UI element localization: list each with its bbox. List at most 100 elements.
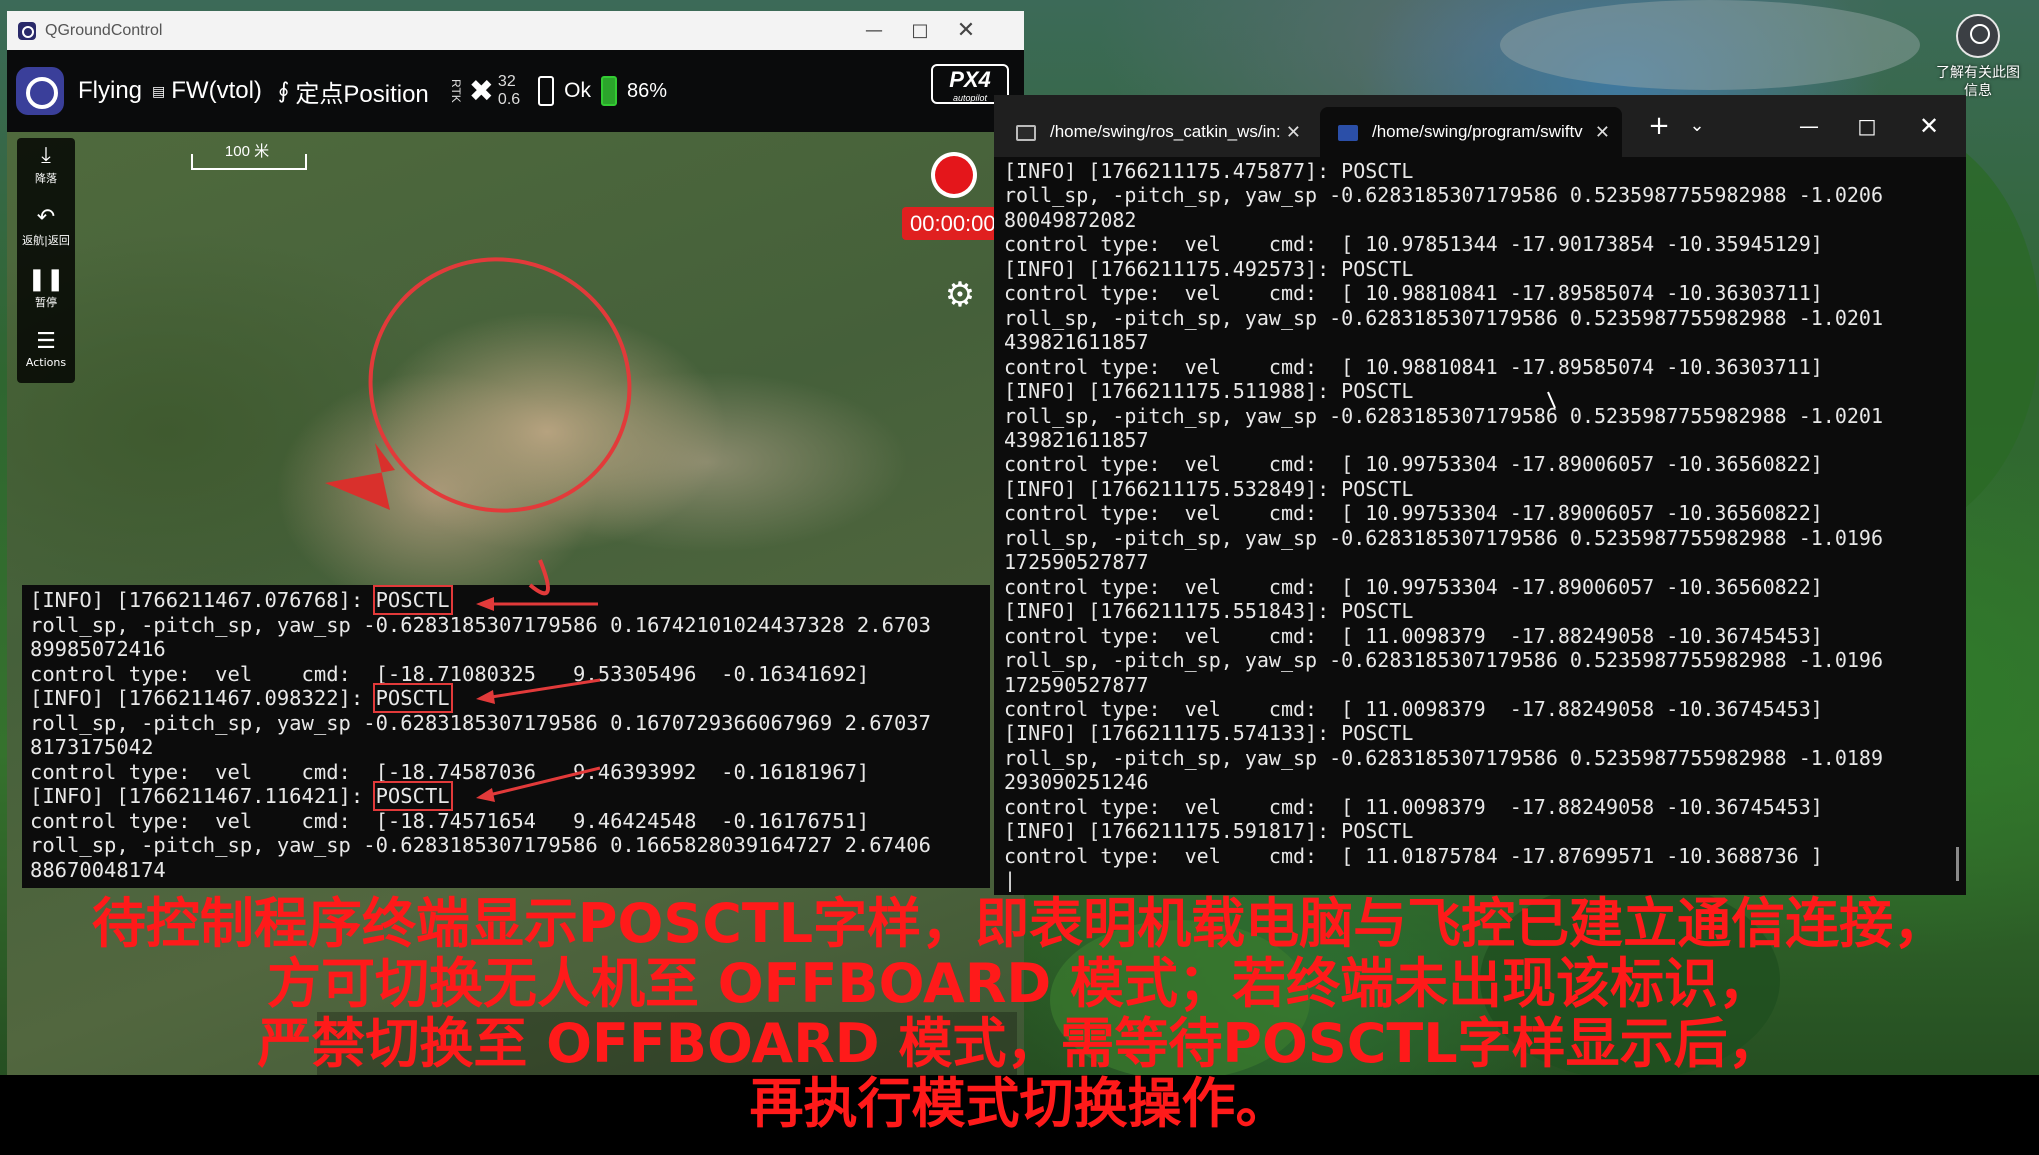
log-line: [INFO] [1766211467.076768]: POSCTL xyxy=(30,585,990,615)
battery-percent: 86% xyxy=(627,79,668,102)
subtitle-line-4: 再执行模式切换操作。 xyxy=(749,1072,1290,1135)
maximize-icon[interactable]: □ xyxy=(1844,95,1890,157)
qgc-titlebar: QGroundControl — □ ✕ xyxy=(7,11,1024,50)
battery-level-icon[interactable] xyxy=(601,76,618,106)
terminal-tabbar: /home/swing/ros_catkin_ws/in: ✕ /home/sw… xyxy=(994,95,1966,157)
posctl-highlight: POSCTL xyxy=(372,585,453,615)
terminal-line: control type: vel cmd: [ 10.98810841 -17… xyxy=(1004,354,1823,379)
terminal-line: [INFO] [1766211175.511988]: POSCTL xyxy=(1004,379,1414,404)
terminal-line: roll_sp, -pitch_sp, yaw_sp -0.6283185307… xyxy=(1004,305,1883,330)
terminal-line: [INFO] [1766211175.475877]: POSCTL xyxy=(1004,159,1414,183)
log-prefix: [INFO] [1766211467.116421]: xyxy=(30,784,376,808)
log-line: roll_sp, -pitch_sp, yaw_sp -0.6283185307… xyxy=(30,612,931,637)
terminal-line: control type: vel cmd: [ 10.97851344 -17… xyxy=(1004,232,1823,257)
subtitle-line-3: 严禁切换至 OFFBOARD 模式，需等待POSCTL字样显示后， xyxy=(257,1012,1782,1075)
terminal-line: control type: vel cmd: [ 10.99753304 -17… xyxy=(1004,452,1823,477)
close-icon[interactable]: ✕ xyxy=(1906,95,1952,157)
terminal-window: /home/swing/ros_catkin_ws/in: ✕ /home/sw… xyxy=(994,95,1966,895)
gps-count: 32 xyxy=(497,73,516,90)
log-line: roll_sp, -pitch_sp, yaw_sp -0.6283185307… xyxy=(30,710,931,735)
qgc-toolbar: Flying ▤ FW(vtol) ∮ 定点Position RTK ✖ 32 … xyxy=(7,50,1024,132)
overlay-terminal: [INFO] [1766211467.076768]: POSCTL roll_… xyxy=(22,585,990,888)
subtitle-line-2: 方可切换无人机至 OFFBOARD 模式；若终端未出现该标识， xyxy=(266,952,1773,1015)
action-toolbar: ⤓ 降落 ↶ 返航|返回 ❚❚ 暂停 ☰ Actions xyxy=(17,138,75,383)
terminal-line: [INFO] [1766211175.574133]: POSCTL xyxy=(1004,721,1414,746)
terminal-line: [INFO] [1766211175.532849]: POSCTL xyxy=(1004,476,1414,501)
map-scale: 100 米 xyxy=(185,140,309,174)
terminal-line: [INFO] [1766211175.551843]: POSCTL xyxy=(1004,599,1414,624)
terminal-line: | xyxy=(1004,868,1017,893)
log-prefix: [INFO] [1766211467.098322]: xyxy=(30,686,376,710)
terminal-line: roll_sp, -pitch_sp, yaw_sp -0.6283185307… xyxy=(1004,183,1883,208)
terminal-line: control type: vel cmd: [ 10.99753304 -17… xyxy=(1004,501,1823,526)
log-line: 8173175042 xyxy=(30,735,154,759)
return-icon: ↶ xyxy=(36,205,56,230)
gps-indicator: 32 0.6 xyxy=(498,73,520,109)
terminal-line: control type: vel cmd: [ 11.01875784 -17… xyxy=(1004,843,1823,868)
close-icon[interactable]: ✕ xyxy=(943,11,989,50)
terminal-line: roll_sp, -pitch_sp, yaw_sp -0.6283185307… xyxy=(1004,525,1883,550)
log-line: roll_sp, -pitch_sp, yaw_sp -0.6283185307… xyxy=(30,833,931,857)
log-line: [INFO] [1766211467.098322]: POSCTL xyxy=(30,683,990,713)
terminal-line: control type: vel cmd: [ 11.0098379 -17.… xyxy=(1004,696,1823,721)
record-button[interactable] xyxy=(931,152,977,198)
powershell-icon xyxy=(1338,124,1358,141)
flight-mode-selector[interactable]: 定点Position xyxy=(295,74,428,109)
battery-status: Ok xyxy=(564,79,592,102)
battery-icon[interactable] xyxy=(538,76,555,106)
land-icon: ⤓ xyxy=(41,143,51,168)
terminal-line: 172590527877 xyxy=(1004,550,1149,575)
tab-ros-catkin[interactable]: /home/swing/ros_catkin_ws/in: ✕ xyxy=(998,107,1313,157)
desktop-info-icon[interactable]: 了解有关此图 信息 xyxy=(1918,14,2038,100)
pause-button[interactable]: ❚❚ 暂停 xyxy=(17,266,75,324)
subtitle-line-1: 待控制程序终端显示POSCTL字样，即表明机载电脑与飞控已建立通信连接， xyxy=(91,892,1948,955)
actions-button[interactable]: ☰ Actions xyxy=(17,328,75,386)
land-label: 降落 xyxy=(35,172,57,185)
scrollbar[interactable] xyxy=(1956,847,1959,881)
terminal-line: control type: vel cmd: [ 11.0098379 -17.… xyxy=(1004,623,1823,648)
qgc-app-icon xyxy=(18,21,36,40)
posctl-highlight: POSCTL xyxy=(372,683,453,713)
terminal-line: control type: vel cmd: [ 11.0098379 -17.… xyxy=(1004,794,1823,819)
tab-swift-program[interactable]: /home/swing/program/swiftv ✕ xyxy=(1320,107,1622,157)
land-button[interactable]: ⤓ 降落 xyxy=(17,142,75,200)
terminal-line: 293090251246 xyxy=(1004,770,1149,795)
return-button[interactable]: ↶ 返航|返回 xyxy=(17,204,75,262)
terminal-line: [INFO] [1766211175.492573]: POSCTL xyxy=(1004,256,1414,281)
mode-icon: ∮ xyxy=(277,78,290,103)
gear-icon[interactable]: ⚙ xyxy=(942,277,978,313)
overlay-terminal-text: [INFO] [1766211467.076768]: POSCTL roll_… xyxy=(22,585,990,882)
qgc-logo-button[interactable] xyxy=(16,67,64,115)
terminal-line: roll_sp, -pitch_sp, yaw_sp -0.6283185307… xyxy=(1004,403,1883,428)
vehicle-type: FW(vtol) xyxy=(171,77,262,104)
minimize-icon[interactable]: — xyxy=(851,11,897,50)
rtk-label: RTK xyxy=(448,79,463,103)
log-line: [INFO] [1766211467.116421]: POSCTL xyxy=(30,781,990,811)
satellite-icon[interactable]: ✖ xyxy=(469,74,494,109)
terminal-line: [INFO] [1766211175.591817]: POSCTL xyxy=(1004,819,1414,844)
chevron-down-icon[interactable]: ⌄ xyxy=(1674,95,1720,157)
log-line: 88670048174 xyxy=(30,857,166,882)
pause-icon: ❚❚ xyxy=(27,267,65,292)
gps-hdop: 0.6 xyxy=(497,91,521,108)
minimize-icon[interactable]: — xyxy=(1786,95,1832,157)
close-icon[interactable]: ✕ xyxy=(1286,107,1301,157)
px4-logo-text: PX4 xyxy=(949,67,991,92)
tab-title: /home/swing/program/swiftv xyxy=(1372,122,1583,141)
log-line: control type: vel cmd: [-18.71080325 9.5… xyxy=(30,661,870,686)
terminal-line: 80049872082 xyxy=(1004,207,1137,232)
terminal-icon xyxy=(1016,124,1036,141)
message-icon[interactable]: ▤ xyxy=(152,83,165,100)
terminal-output[interactable]: [INFO] [1766211175.475877]: POSCTL roll_s… xyxy=(1004,159,1959,895)
return-label: 返航|返回 xyxy=(22,234,70,247)
terminal-line: 439821611857 xyxy=(1004,330,1149,355)
terminal-line: 172590527877 xyxy=(1004,672,1149,697)
river-rocks xyxy=(1500,0,1920,90)
menu-icon: ☰ xyxy=(36,329,56,354)
maximize-icon[interactable]: □ xyxy=(897,11,943,50)
log-line: control type: vel cmd: [-18.74571654 9.4… xyxy=(30,808,870,833)
pause-label: 暂停 xyxy=(35,296,57,309)
terminal-line: 439821611857 xyxy=(1004,427,1149,452)
terminal-line: control type: vel cmd: [ 10.99753304 -17… xyxy=(1004,574,1823,599)
close-icon[interactable]: ✕ xyxy=(1595,107,1610,157)
